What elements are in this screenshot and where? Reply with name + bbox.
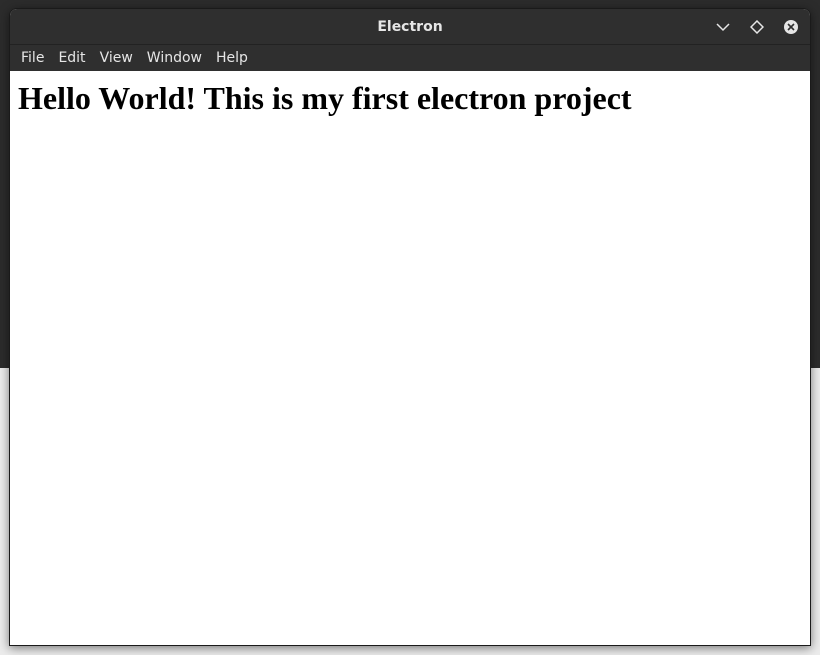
menu-window[interactable]: Window <box>140 50 209 66</box>
page-content: Hello World! This is my first electron p… <box>10 71 810 645</box>
electron-window: Electron File Edit View Window Help Hell… <box>9 8 811 646</box>
menu-view[interactable]: View <box>93 50 140 66</box>
maximize-diamond-icon[interactable] <box>748 18 766 36</box>
menu-bar: File Edit View Window Help <box>10 45 810 71</box>
window-controls <box>714 9 800 45</box>
window-titlebar[interactable]: Electron <box>10 9 810 45</box>
menu-edit[interactable]: Edit <box>51 50 92 66</box>
window-title: Electron <box>377 18 443 35</box>
menu-help[interactable]: Help <box>209 50 255 66</box>
close-circle-icon[interactable] <box>782 18 800 36</box>
minimize-chevron-icon[interactable] <box>714 18 732 36</box>
menu-file[interactable]: File <box>14 50 51 66</box>
page-heading: Hello World! This is my first electron p… <box>18 80 632 116</box>
